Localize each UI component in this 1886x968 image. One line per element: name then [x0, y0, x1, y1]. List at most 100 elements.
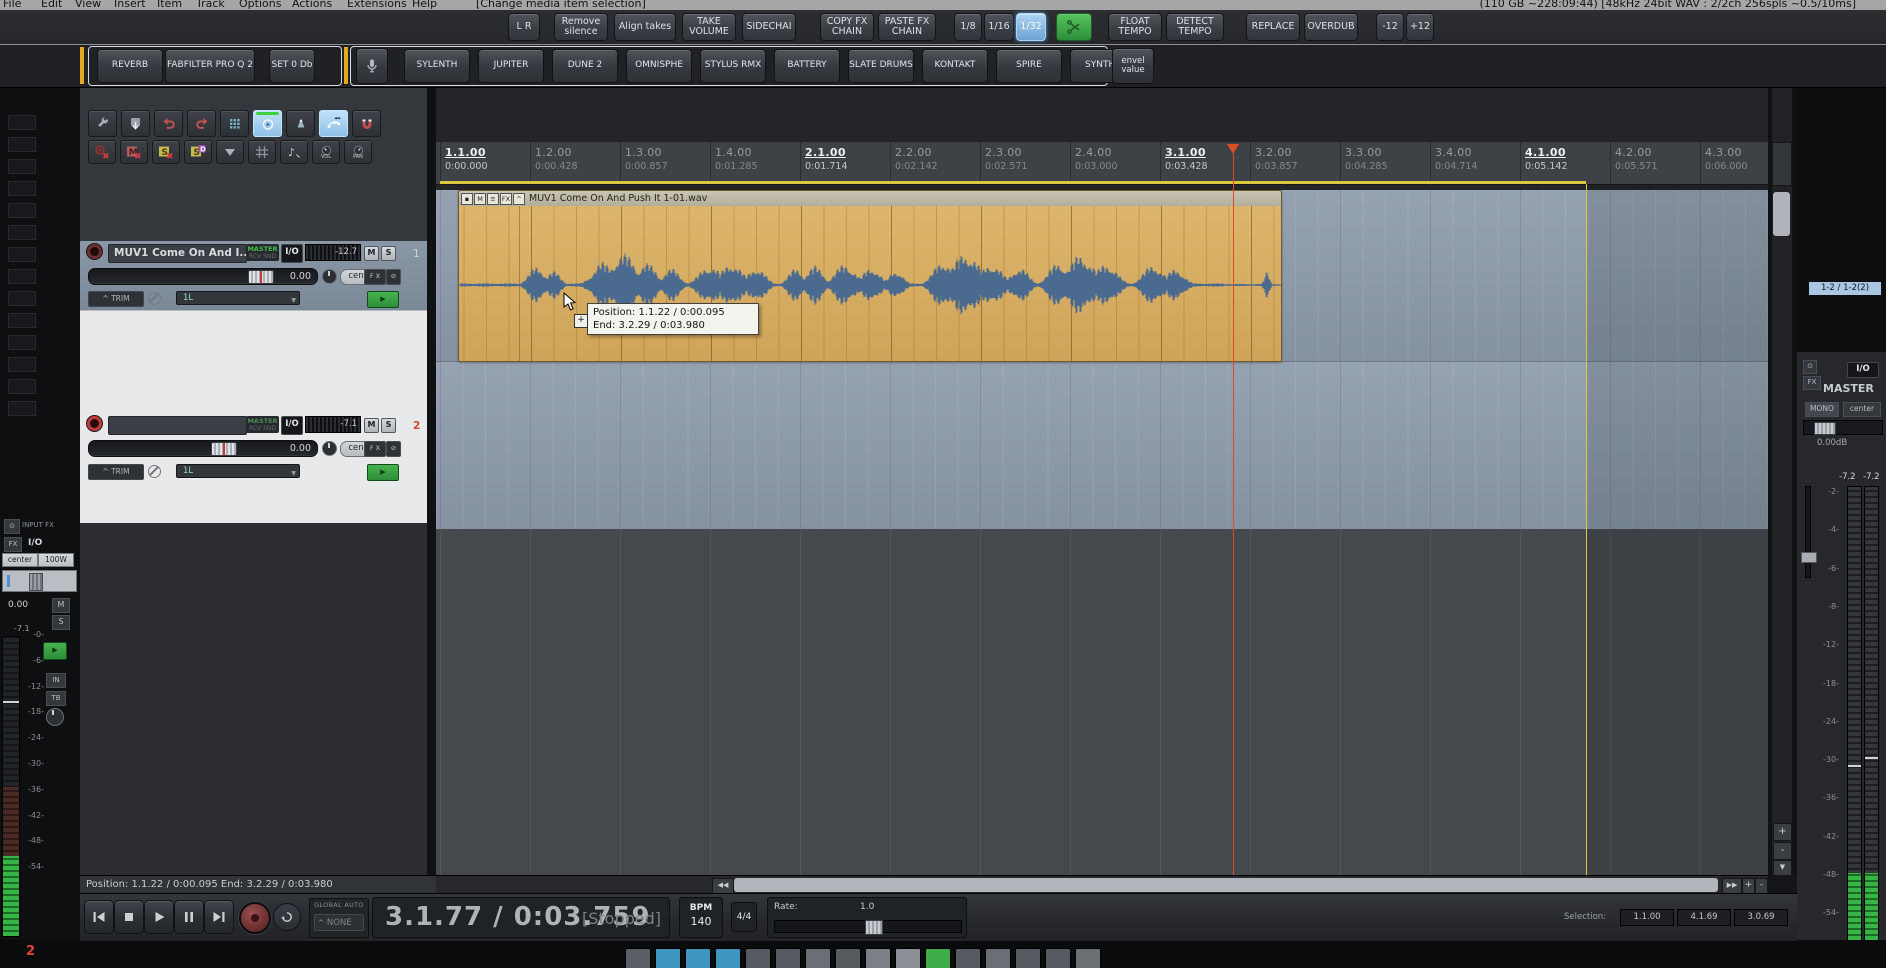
phase-toggle[interactable] — [148, 292, 161, 305]
dock-button[interactable] — [835, 948, 861, 968]
width-box[interactable]: 100W — [38, 553, 74, 567]
timeline-ruler[interactable]: 1.1.000:00.0001.2.000:00.4281.3.000:00.8… — [436, 142, 1768, 185]
note-icon-button[interactable]: ♪ — [280, 140, 308, 164]
fader-thumb[interactable] — [211, 442, 237, 456]
toolbar-button-overdub[interactable]: OVERDUB — [1304, 13, 1358, 41]
mini-track-slot[interactable] — [8, 247, 36, 262]
global-automation[interactable]: GLOBAL AUTO ^ NONE — [309, 898, 369, 938]
mute-clear-icon-button[interactable]: M — [120, 140, 148, 164]
fx-button[interactable]: F X — [364, 441, 386, 457]
dock-button[interactable] — [985, 948, 1011, 968]
zoom-out-button[interactable]: - — [1773, 842, 1792, 860]
solo-button[interactable]: S — [381, 418, 396, 433]
track-2-lane[interactable] — [436, 361, 1768, 530]
hzoom-out-button[interactable]: - — [1755, 878, 1768, 894]
toolbar-button-sidechai[interactable]: SIDECHAI — [742, 13, 796, 41]
stop-button[interactable] — [114, 900, 144, 934]
toolbar-button-1-32[interactable]: 1/32 — [1016, 13, 1046, 41]
mini-track-slot[interactable] — [8, 203, 36, 218]
fx-preset-reverb[interactable]: REVERB — [97, 49, 163, 83]
fx-preset-kontakt[interactable]: KONTAKT — [922, 49, 988, 83]
ruler-tick[interactable]: 1.1.000:00.000 — [440, 142, 529, 184]
empty-tcp-area[interactable] — [80, 523, 427, 875]
monitor-button[interactable]: ▶ — [43, 642, 67, 660]
toolbar-button-float-tempo[interactable]: FLOAT TEMPO — [1108, 13, 1162, 41]
fx-preset-slate-drums[interactable]: SLATE DRUMS — [848, 49, 914, 83]
toolbar-button-align-takes[interactable]: Align takes — [614, 13, 676, 41]
mini-track-slot[interactable] — [8, 137, 36, 152]
pan-knob[interactable] — [322, 269, 337, 284]
solo-button[interactable]: S — [381, 246, 396, 261]
selection-end[interactable]: 4.1.69 — [1677, 909, 1731, 926]
selection-start[interactable]: 1.1.00 — [1620, 909, 1674, 926]
scroll-right-button[interactable]: ▶▶ — [1722, 878, 1742, 894]
item-button-1[interactable]: M — [474, 193, 486, 205]
ruler-tick[interactable]: 4.1.000:05.142 — [1520, 142, 1609, 184]
hardware-output-label[interactable]: 1-2 / 1-2(2) — [1809, 282, 1881, 295]
mute-button[interactable]: M — [364, 246, 379, 261]
dock-button[interactable] — [1045, 948, 1071, 968]
menu-item[interactable]: Item — [157, 0, 182, 10]
envelope-points-icon-button[interactable] — [319, 110, 348, 137]
bpm-value[interactable]: 140 — [680, 915, 722, 928]
menu-actions[interactable]: Actions — [292, 0, 332, 10]
mini-track-slot[interactable] — [8, 159, 36, 174]
ruler-tick[interactable]: 2.3.000:02.571 — [980, 142, 1069, 184]
phase-button[interactable]: ⊘ — [386, 441, 401, 457]
vol-knob-icon-button[interactable]: VOL — [312, 140, 340, 164]
pen-icon-button[interactable] — [286, 110, 315, 137]
arrange-view[interactable]: 1.1.000:00.0001.2.000:00.4281.3.000:00.8… — [436, 86, 1768, 875]
dock-button[interactable] — [775, 948, 801, 968]
toolbar-button-paste-fx-chain[interactable]: PASTE FX CHAIN — [878, 13, 936, 41]
ruler-tick[interactable]: 2.2.000:02.142 — [890, 142, 979, 184]
io-label[interactable]: I/O — [28, 538, 42, 548]
ruler-tick[interactable]: 4.2.000:05.571 — [1610, 142, 1699, 184]
fx-preset-jupiter[interactable]: JUPITER — [478, 49, 544, 83]
toolbar-button-1-16[interactable]: 1/16 — [984, 13, 1014, 41]
meter-slider[interactable] — [1805, 486, 1811, 578]
scroll-down-button[interactable]: ▼ — [1773, 860, 1792, 876]
mini-track-slot[interactable] — [8, 181, 36, 196]
power-button[interactable]: ⊙ — [4, 519, 20, 534]
ruler-corner-button[interactable] — [1772, 142, 1792, 186]
ruler-tick[interactable]: 4.3.000:06.000 — [1700, 142, 1768, 184]
zoom-in-button[interactable]: + — [1773, 823, 1792, 841]
envelope-value-button[interactable]: envel value — [1112, 48, 1154, 84]
io-button[interactable]: I/O — [281, 416, 303, 435]
toolbar-button--12[interactable]: -12 — [1376, 13, 1404, 41]
dock-button[interactable] — [805, 948, 831, 968]
strip-knob[interactable] — [46, 708, 64, 726]
dock-button[interactable] — [955, 948, 981, 968]
strip-fader[interactable] — [2, 570, 77, 592]
ruler-tick[interactable]: 1.4.000:01.285 — [710, 142, 799, 184]
hscroll-thumb[interactable] — [734, 878, 1718, 892]
grid-small-icon-button[interactable] — [248, 140, 276, 164]
dock-button[interactable] — [925, 948, 951, 968]
track-name[interactable]: MUV1 Come On And I..1 — [108, 244, 247, 263]
vertical-scrollbar[interactable]: + - ▼ — [1772, 86, 1792, 875]
trim-button[interactable]: ^ TRIM — [88, 464, 144, 480]
monitor-button[interactable]: ▶ — [367, 464, 399, 481]
play-button[interactable] — [144, 900, 174, 934]
fx-preset-dune-2[interactable]: DUNE 2 — [552, 49, 618, 83]
item-button-2[interactable]: ≡ — [487, 193, 499, 205]
dock-button[interactable] — [715, 948, 741, 968]
fx-button[interactable]: FX — [4, 537, 22, 552]
master-fader[interactable] — [1803, 420, 1883, 435]
time-selection-bar[interactable] — [440, 181, 1586, 184]
io-button[interactable]: I/O — [1847, 362, 1879, 378]
mini-track-slot[interactable] — [8, 115, 36, 130]
trim-button[interactable]: ^ TRIM — [88, 291, 144, 307]
auto-mode-select[interactable]: ^ NONE — [314, 914, 364, 931]
dock-button[interactable] — [1075, 948, 1101, 968]
toolbar-button-1-8[interactable]: 1/8 — [954, 13, 982, 41]
menu-options[interactable]: Options — [239, 0, 281, 10]
volume-fader[interactable]: 0.00 — [88, 440, 318, 457]
phase-button[interactable]: ⊘ — [386, 269, 401, 285]
input-select[interactable]: 1L — [176, 291, 300, 305]
mute-button[interactable]: M — [52, 598, 70, 613]
fx-preset-set-0-db[interactable]: SET 0 Db — [269, 49, 315, 83]
route-button[interactable]: MASTER RCV SND — [246, 416, 279, 433]
mini-track-slot[interactable] — [8, 291, 36, 306]
media-item[interactable]: ▪M≡FX^ MUV1 Come On And Push It 1-01.wav — [458, 190, 1282, 362]
